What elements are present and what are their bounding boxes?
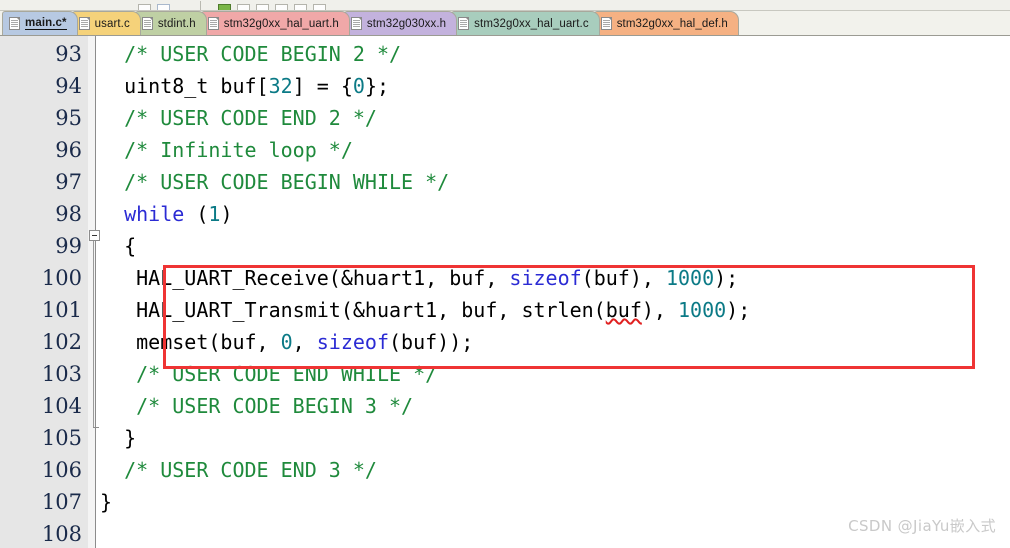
code-line[interactable]: { (100, 230, 750, 262)
fold-end-marker (93, 427, 99, 428)
file-icon (207, 17, 219, 30)
line-number: 103 (41, 362, 82, 386)
code-line[interactable]: /* USER CODE END 2 */ (100, 102, 750, 134)
toolbar-button[interactable] (275, 4, 288, 10)
code-line[interactable]: /* USER CODE END WHILE */ (100, 358, 750, 390)
toolbar-strip (0, 0, 1010, 11)
code-line[interactable]: memset(buf, 0, sizeof(buf)); (100, 326, 750, 358)
code-line[interactable]: HAL_UART_Receive(&huart1, buf, sizeof(bu… (100, 262, 750, 294)
file-icon (78, 17, 90, 30)
code-line[interactable]: /* Infinite loop */ (100, 134, 750, 166)
line-number: 104 (41, 394, 82, 418)
editor-tab-usart-c[interactable]: usart.c (71, 11, 141, 35)
file-icon (350, 17, 362, 30)
tab-label: stm32g0xx_hal_def.h (616, 17, 728, 30)
toolbar-button[interactable] (256, 4, 269, 10)
line-number: 99 (55, 234, 82, 258)
file-icon (141, 17, 153, 30)
code-line[interactable]: HAL_UART_Transmit(&huart1, buf, strlen(b… (100, 294, 750, 326)
toolbar-button-build[interactable] (218, 4, 231, 10)
line-number: 107 (41, 490, 82, 514)
tab-label: stm32g0xx_hal_uart.c (474, 17, 589, 30)
tab-label: stdint.h (157, 17, 196, 30)
toolbar-button[interactable] (294, 4, 307, 10)
editor-tab-stm32g0xx-hal-def-h[interactable]: stm32g0xx_hal_def.h (593, 11, 739, 35)
tab-label: main.c* (25, 17, 67, 30)
editor-tab-stm32g0xx-hal-uart-h[interactable]: stm32g0xx_hal_uart.h (200, 11, 350, 35)
line-number: 100 (41, 266, 82, 290)
toolbar-button[interactable] (157, 4, 170, 10)
code-line[interactable]: /* USER CODE END 3 */ (100, 454, 750, 486)
editor-tab-stdint-h[interactable]: stdint.h (134, 11, 207, 35)
line-number: 97 (55, 170, 82, 194)
editor-tab-stm32g0xx-hal-uart-c[interactable]: stm32g0xx_hal_uart.c (451, 11, 600, 35)
line-number: 102 (41, 330, 82, 354)
toolbar-group-2 (218, 0, 326, 10)
tab-label: stm32g0xx_hal_uart.h (223, 17, 339, 30)
line-number: 94 (55, 74, 82, 98)
fold-toggle-while[interactable] (89, 230, 100, 241)
editor-tab-bar: main.c* usart.c stdint.h stm32g0xx_hal_uart… (0, 11, 1010, 36)
file-icon (9, 17, 20, 30)
toolbar-button[interactable] (237, 4, 250, 10)
file-icon (458, 17, 470, 30)
code-line[interactable]: /* USER CODE BEGIN 3 */ (100, 390, 750, 422)
watermark-text: CSDN @JiaYu嵌入式 (848, 517, 996, 535)
code-line[interactable]: } (100, 486, 750, 518)
line-number: 96 (55, 138, 82, 162)
fold-guide-line (93, 241, 94, 427)
line-number: 105 (41, 426, 82, 450)
code-line[interactable]: while (1) (100, 198, 750, 230)
line-number: 95 (55, 106, 82, 130)
toolbar-button[interactable] (313, 4, 326, 10)
code-line[interactable]: uint8_t buf[32] = {0}; (100, 70, 750, 102)
toolbar-button[interactable] (138, 4, 151, 10)
line-number: 98 (55, 202, 82, 226)
code-text[interactable]: /* USER CODE BEGIN 2 */ uint8_t buf[32] … (100, 38, 750, 548)
line-number: 101 (41, 298, 82, 322)
tab-label: usart.c (94, 17, 130, 30)
toolbar-group-1 (138, 0, 170, 10)
tab-label: stm32g030xx.h (366, 17, 447, 30)
line-numbers: 93 94 95 96 97 98 99 100 101 102 103 104 105 106 107 10… (0, 38, 82, 548)
line-number: 108 (41, 522, 82, 546)
code-line[interactable]: /* USER CODE BEGIN 2 */ (100, 38, 750, 70)
gutter-divider (95, 36, 96, 548)
code-editor[interactable]: 93 94 95 96 97 98 99 100 101 102 103 104 105 106 107 10… (0, 36, 1010, 548)
editor-tab-stm32g030xx-h[interactable]: stm32g030xx.h (343, 11, 458, 35)
code-line[interactable]: /* USER CODE BEGIN WHILE */ (100, 166, 750, 198)
line-number: 106 (41, 458, 82, 482)
line-number: 93 (55, 42, 82, 66)
code-line[interactable]: } (100, 422, 750, 454)
toolbar-separator (200, 1, 201, 10)
editor-tab-main-c-[interactable]: main.c* (2, 11, 78, 35)
file-icon (600, 17, 612, 30)
code-line[interactable] (100, 518, 750, 548)
